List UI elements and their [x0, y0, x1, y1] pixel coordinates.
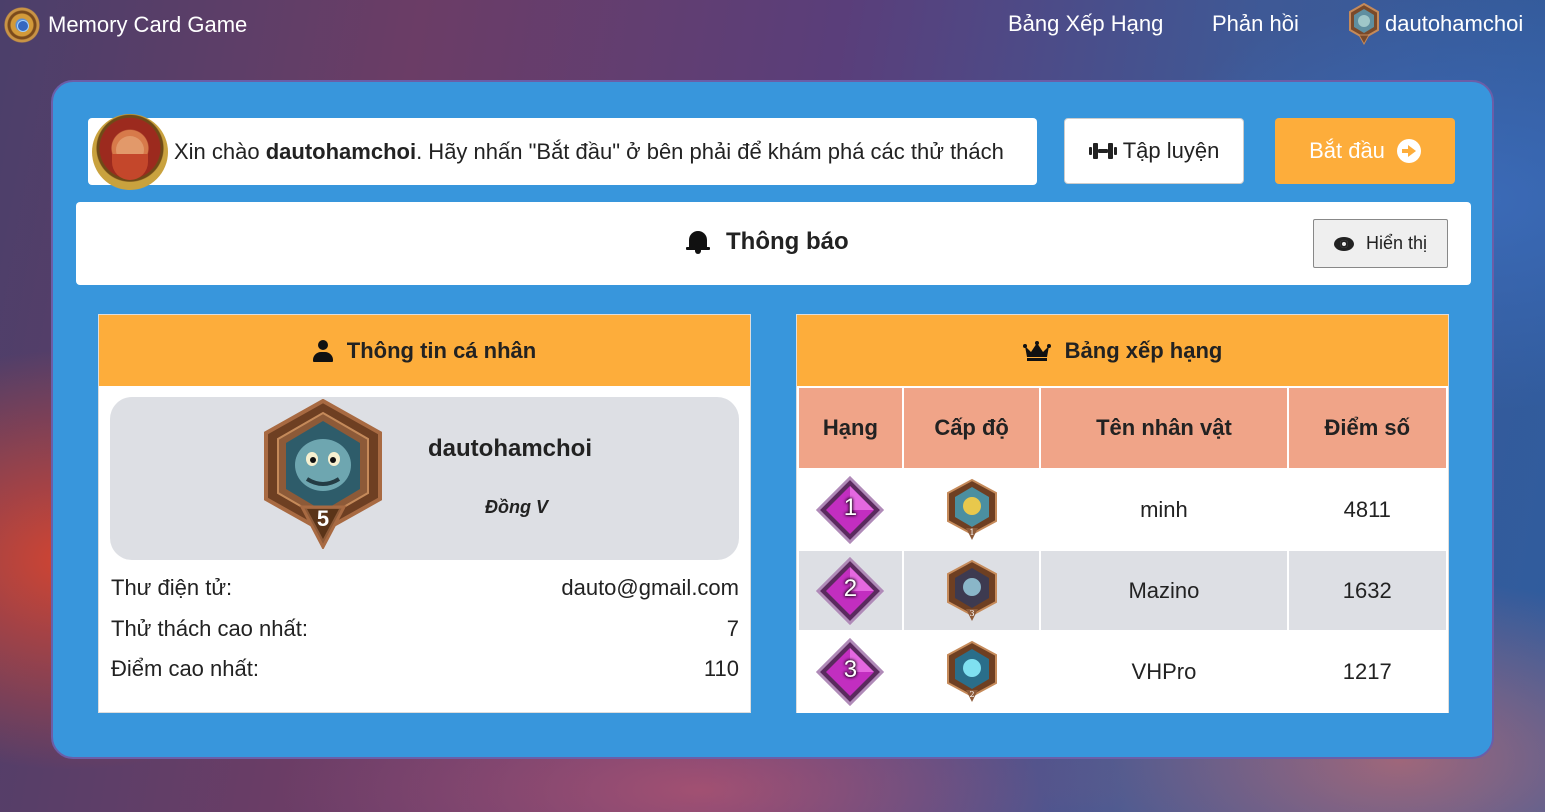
level-badge-icon: 1: [946, 478, 998, 542]
player-name: Mazino: [1039, 549, 1289, 632]
player-score: 1632: [1286, 549, 1448, 632]
table-header-row: Hạng Cấp độ Tên nhân vật Điểm số: [797, 386, 1448, 470]
level-badge-icon: 3: [946, 559, 998, 623]
dumbbell-icon: [1088, 142, 1117, 160]
table-row: 3 2 VHPro 1217: [797, 630, 1448, 713]
arrow-circle-right-icon: [1396, 139, 1421, 163]
practice-button[interactable]: Tập luyện: [1064, 118, 1244, 184]
eye-icon: [1333, 236, 1354, 251]
greeting-text: Xin chào dautohamchoi. Hãy nhấn "Bắt đầu…: [174, 138, 1004, 164]
show-notifications-button[interactable]: Hiển thị: [1313, 219, 1448, 268]
player-name: minh: [1039, 468, 1289, 551]
nav-link-leaderboard[interactable]: Bảng Xếp Hạng: [1008, 11, 1163, 37]
column-header: Điểm số: [1286, 386, 1448, 470]
top-navbar: Memory Card Game Bảng Xếp Hạng Phản hồi …: [0, 0, 1545, 50]
rank-number: 1: [843, 493, 858, 521]
leaderboard-card-header: Bảng xếp hạng: [797, 315, 1448, 386]
main-panel: Xin chào dautohamchoi. Hãy nhấn "Bắt đầu…: [51, 80, 1494, 759]
notification-bar: Thông báo Hiển thị: [76, 202, 1471, 285]
column-header: Tên nhân vật: [1039, 386, 1289, 470]
greeting-username: dautohamchoi: [265, 138, 417, 164]
leaderboard-card: Bảng xếp hạng Hạng Cấp độ Tên nhân vật Đ…: [796, 314, 1449, 713]
rank-number: 2: [843, 574, 858, 602]
level-badge-icon: 2: [946, 640, 998, 704]
badge-level-number: 5: [316, 506, 330, 531]
player-score: 4811: [1286, 468, 1448, 551]
start-button[interactable]: Bắt đầu: [1275, 118, 1455, 184]
brand-title: Memory Card Game: [48, 12, 248, 37]
table-row: 2 3 Mazino 1632: [797, 549, 1448, 632]
table-row: 1 1 minh 4811: [797, 468, 1448, 551]
info-row-email: Thư điện tử: dauto@gmail.com: [111, 575, 739, 600]
rank-gem-icon: 3: [816, 637, 885, 706]
show-label: Hiển thị: [1365, 233, 1428, 253]
player-score: 1217: [1286, 630, 1448, 713]
bell-icon: [686, 229, 710, 255]
rank-gem-icon: 1: [816, 475, 885, 544]
player-name: VHPro: [1039, 630, 1289, 713]
column-header: Cấp độ: [901, 386, 1042, 470]
crown-icon: [1022, 340, 1051, 361]
user-icon: [312, 339, 333, 362]
player-portrait-avatar: [92, 113, 168, 190]
profile-summary: 5 dautohamchoi Đồng V: [110, 397, 739, 560]
profile-tier: Đồng V: [485, 497, 548, 517]
profile-card-header: Thông tin cá nhân: [99, 315, 750, 386]
rank-badge-icon: 5: [262, 398, 384, 551]
svg-text:2: 2: [969, 690, 974, 699]
nav-user-menu[interactable]: dautohamchoi: [1348, 2, 1524, 46]
rank-number: 3: [843, 655, 858, 683]
practice-label: Tập luyện: [1122, 138, 1220, 163]
brand[interactable]: Memory Card Game: [4, 7, 247, 43]
info-row-high-score: Điểm cao nhất: 110: [111, 656, 739, 681]
greeting-banner: Xin chào dautohamchoi. Hãy nhấn "Bắt đầu…: [88, 113, 1037, 190]
user-rank-badge-icon: [1348, 2, 1380, 46]
hearthstone-logo-icon: [4, 7, 40, 43]
leaderboard-table: Hạng Cấp độ Tên nhân vật Điểm số 1 1 min…: [797, 386, 1448, 713]
nav-link-feedback[interactable]: Phản hồi: [1212, 11, 1299, 37]
rank-gem-icon: 2: [816, 556, 885, 625]
start-label: Bắt đầu: [1309, 138, 1385, 163]
svg-text:3: 3: [969, 609, 974, 618]
info-row-highest-challenge: Thử thách cao nhất: 7: [111, 616, 739, 641]
profile-card: Thông tin cá nhân 5 dautohamchoi Đồng V …: [98, 314, 751, 713]
notification-title: Thông báo: [686, 228, 849, 256]
svg-text:1: 1: [969, 528, 974, 537]
nav-username: dautohamchoi: [1385, 11, 1524, 36]
column-header: Hạng: [797, 386, 904, 470]
profile-name: dautohamchoi: [428, 435, 593, 462]
